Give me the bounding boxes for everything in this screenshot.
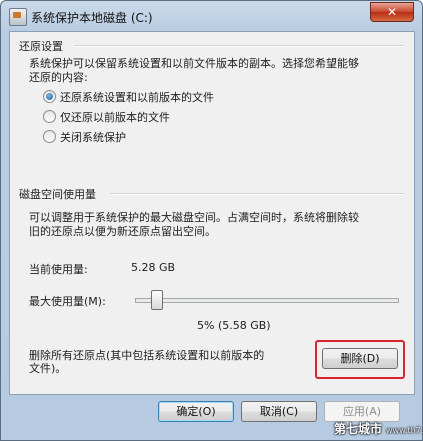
disk-group-title: 磁盘空间使用量 — [19, 188, 96, 201]
cancel-button[interactable]: 取消(C) — [241, 401, 317, 422]
max-usage-slider-thumb[interactable] — [150, 290, 163, 310]
apply-button[interactable]: 应用(A) — [324, 401, 400, 422]
radio-button[interactable] — [43, 110, 56, 123]
watermark-url: www.th7.cn — [386, 426, 423, 435]
radio-label: 关闭系统保护 — [60, 131, 126, 144]
watermark-text: 第七城市 — [334, 422, 383, 436]
group-divider — [74, 45, 404, 47]
group-divider — [110, 193, 404, 195]
title-bar[interactable]: 系统保护本地磁盘 (C:) ✕ — [1, 1, 422, 31]
window-title: 系统保护本地磁盘 (C:) — [31, 11, 153, 25]
max-usage-slider-track[interactable] — [135, 298, 399, 303]
delete-description-line2: 文件)。 — [29, 362, 67, 375]
radio-button[interactable] — [43, 130, 56, 143]
current-usage-value: 5.28 GB — [131, 261, 176, 274]
ok-button[interactable]: 确定(O) — [158, 401, 234, 422]
restore-description-line2: 还原的内容: — [29, 71, 88, 84]
restore-group-title: 还原设置 — [19, 40, 63, 53]
max-usage-value: 5% (5.58 GB) — [197, 319, 271, 332]
close-button[interactable]: ✕ — [370, 2, 414, 22]
dialog-window: 系统保护本地磁盘 (C:) ✕ 还原设置 系统保护可以保留系统设置和以前文件版本… — [0, 0, 423, 441]
radio-label: 仅还原以前版本的文件 — [60, 111, 170, 124]
radio-label: 还原系统设置和以前版本的文件 — [60, 91, 214, 104]
highlight-annotation — [315, 340, 405, 379]
disk-description-line2: 旧的还原点以便为新还原点留出空间。 — [29, 225, 216, 238]
current-usage-label: 当前使用量: — [29, 263, 88, 276]
drive-icon — [9, 8, 27, 26]
watermark-logo: 第七城市www.th7.cn — [334, 420, 423, 441]
radio-button[interactable] — [43, 90, 56, 103]
max-usage-label: 最大使用量(M): — [29, 295, 106, 308]
